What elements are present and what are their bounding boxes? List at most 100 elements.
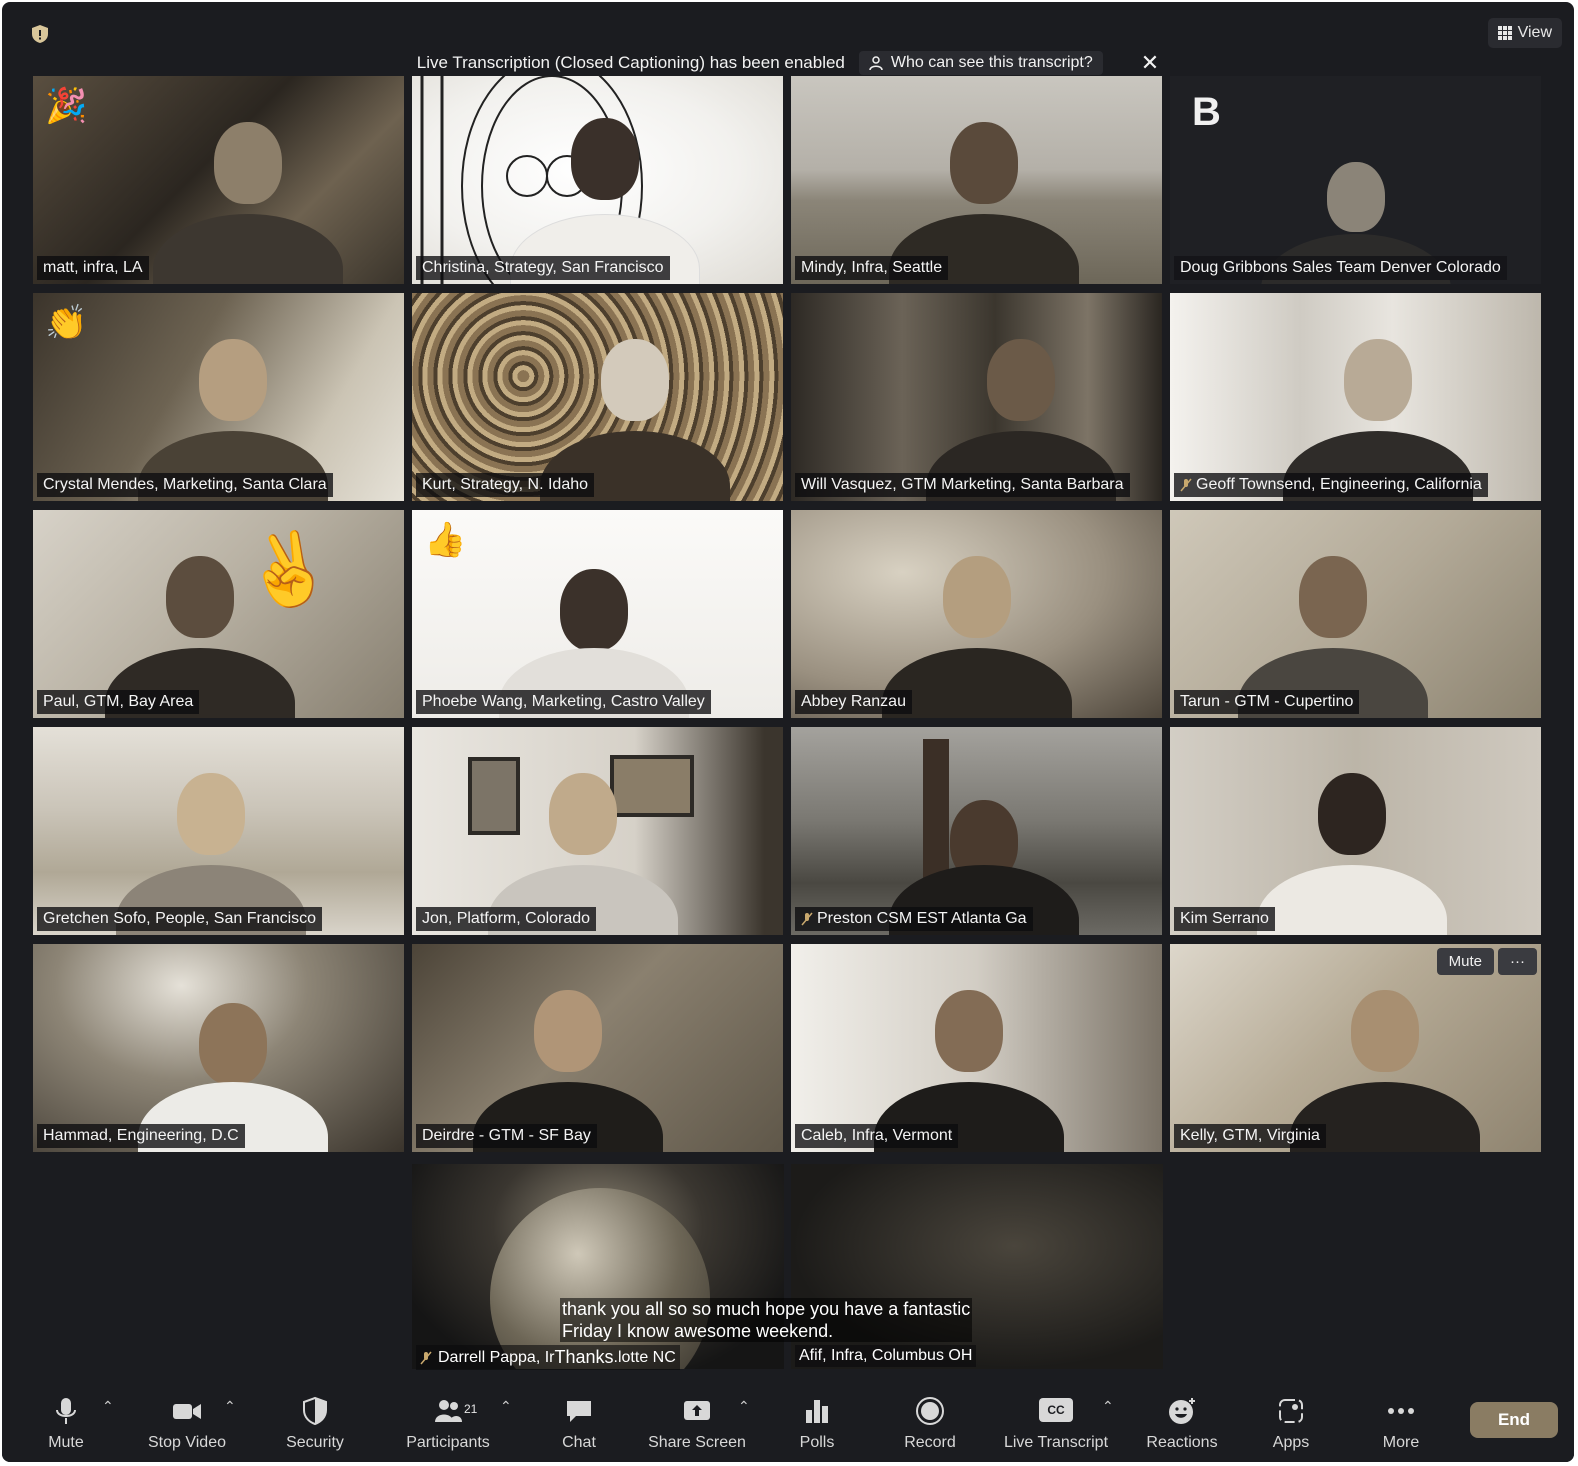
muted-mic-icon [1180, 478, 1192, 492]
participant-head [935, 990, 1004, 1073]
participant-tile[interactable]: Kim Serrano [1170, 727, 1541, 935]
participant-name: Tarun - GTM - Cupertino [1174, 690, 1360, 714]
participant-name: matt, infra, LA [37, 256, 149, 280]
participants-button[interactable]: 21 Participants [396, 1386, 500, 1462]
participant-tile[interactable]: 🎉 matt, infra, LA [33, 76, 404, 284]
participant-tile[interactable]: Preston CSM EST Atlanta Ga [791, 727, 1162, 935]
party-popper-icon: 🎉 [45, 87, 88, 125]
view-button[interactable]: View [1487, 18, 1562, 48]
meeting-toolbar: Mute ⌃ Stop Video ⌃ Security 21 Particip… [2, 1386, 1574, 1462]
close-banner-icon[interactable]: ✕ [1141, 50, 1159, 76]
participant-head [600, 339, 669, 422]
active-speaker-tile[interactable]: Mindy, Infra, Seattle [791, 76, 1162, 284]
participant-tile[interactable]: Caleb, Infra, Vermont [791, 944, 1162, 1152]
participant-name: Deirdre - GTM - SF Bay [416, 1124, 597, 1148]
caption-line-1: thank you all so so much hope you have a… [560, 1298, 973, 1320]
participant-head [177, 773, 246, 856]
record-button[interactable]: Record [898, 1386, 962, 1462]
participant-tile[interactable]: Gretchen Sofo, People, San Francisco [33, 727, 404, 935]
chevron-up-icon[interactable]: ⌃ [102, 1398, 114, 1415]
participant-tile[interactable]: Abbey Ranzau [791, 510, 1162, 718]
reactions-label: Reactions [1146, 1434, 1218, 1451]
microphone-icon [56, 1398, 76, 1424]
mute-participant-button[interactable]: Mute [1436, 948, 1494, 975]
participant-head [199, 1002, 268, 1085]
participant-tile[interactable]: Christina, Strategy, San Francisco [412, 76, 783, 284]
live-caption: thank you all so so much hope you have a… [560, 1298, 973, 1342]
chat-button[interactable]: Chat [554, 1386, 604, 1462]
polls-button[interactable]: Polls [792, 1386, 842, 1462]
polls-label: Polls [799, 1434, 835, 1451]
muted-mic-icon [801, 912, 813, 926]
brand-logo: B [1192, 90, 1221, 134]
security-button[interactable]: Security [278, 1386, 352, 1462]
participant-name: Christina, Strategy, San Francisco [416, 256, 670, 280]
participant-head [942, 556, 1011, 639]
smiley-face-icon [1169, 1398, 1195, 1424]
participant-tile[interactable]: ✌ Paul, GTM, Bay Area [33, 510, 404, 718]
bridge-tower [923, 739, 949, 889]
who-can-see-label: Who can see this transcript? [890, 54, 1093, 71]
security-shield-icon[interactable] [30, 24, 50, 44]
participant-tile[interactable]: B Doug Gribbons Sales Team Denver Colora… [1170, 76, 1541, 284]
participant-tile[interactable]: Tarun - GTM - Cupertino [1170, 510, 1541, 718]
participants-label: Participants [406, 1434, 490, 1451]
participants-icon [435, 1400, 462, 1422]
live-transcript-label: Live Transcript [1003, 1434, 1109, 1451]
participant-name: Crystal Mendes, Marketing, Santa Clara [37, 473, 333, 497]
participant-name: Mindy, Infra, Seattle [795, 256, 949, 280]
mute-label: Mute [48, 1434, 84, 1451]
end-meeting-button[interactable]: End [1470, 1402, 1558, 1438]
video-camera-icon [173, 1404, 201, 1419]
participant-tile[interactable]: Geoff Townsend, Engineering, California [1170, 293, 1541, 501]
participant-tile[interactable]: Kurt, Strategy, N. Idaho [412, 293, 783, 501]
participant-name-text: Geoff Townsend, Engineering, California [1196, 476, 1482, 493]
participant-tile[interactable]: Jon, Platform, Colorado [412, 727, 783, 935]
participant-name: Phoebe Wang, Marketing, Castro Valley [416, 690, 711, 714]
stop-video-label: Stop Video [148, 1434, 226, 1451]
grid-icon [1497, 26, 1512, 40]
participant-name-tail: .lotte NC [613, 1348, 676, 1366]
participant-head [199, 339, 268, 422]
participant-head [533, 990, 602, 1073]
participant-head [165, 556, 234, 639]
participant-name: Paul, GTM, Bay Area [37, 690, 200, 714]
participant-tile[interactable]: 👍 Phoebe Wang, Marketing, Castro Valley [412, 510, 783, 718]
participant-tile[interactable]: Deirdre - GTM - SF Bay [412, 944, 783, 1152]
more-button[interactable]: More [1378, 1386, 1424, 1462]
zoom-meeting-window: View Live Transcription (Closed Captioni… [2, 2, 1574, 1462]
apps-icon [1279, 1399, 1303, 1423]
more-options-button[interactable]: ··· [1498, 948, 1537, 975]
clapping-hands-icon: 👏 [45, 304, 88, 342]
live-transcript-button[interactable]: CC Live Transcript [996, 1386, 1116, 1462]
participant-name: Kim Serrano [1174, 907, 1275, 931]
participant-tile[interactable]: Hammad, Engineering, D.C [33, 944, 404, 1152]
chevron-up-icon[interactable]: ⌃ [224, 1398, 236, 1415]
chat-bubble-icon [567, 1401, 591, 1422]
chevron-up-icon[interactable]: ⌃ [500, 1398, 512, 1415]
chevron-up-icon[interactable]: ⌃ [738, 1398, 750, 1415]
share-screen-button[interactable]: Share Screen [642, 1386, 752, 1462]
who-can-see-transcript-button[interactable]: Who can see this transcript? [858, 51, 1103, 75]
wall-picture-frame [468, 757, 520, 835]
apps-button[interactable]: Apps [1268, 1386, 1314, 1462]
chevron-up-icon[interactable]: ⌃ [1102, 1398, 1114, 1415]
participant-tile[interactable]: Will Vasquez, GTM Marketing, Santa Barba… [791, 293, 1162, 501]
stop-video-button[interactable]: Stop Video [140, 1386, 234, 1462]
participant-head [1343, 339, 1412, 422]
reactions-button[interactable]: Reactions [1140, 1386, 1224, 1462]
participant-head [214, 122, 283, 205]
ellipsis-icon [1388, 1408, 1414, 1414]
participant-name: Kurt, Strategy, N. Idaho [416, 473, 595, 497]
thumbs-up-icon: 👍 [424, 521, 467, 559]
caption-overlap-word: Thanks [554, 1347, 614, 1367]
participant-count: 21 [464, 1402, 478, 1416]
more-label: More [1382, 1434, 1420, 1451]
participant-head [548, 773, 617, 856]
participant-head [949, 122, 1018, 205]
participant-head [1299, 556, 1368, 639]
participant-tile[interactable]: Mute ··· Kelly, GTM, Virginia [1170, 944, 1541, 1152]
mute-button[interactable]: Mute [36, 1386, 96, 1462]
participant-name: Will Vasquez, GTM Marketing, Santa Barba… [795, 473, 1130, 497]
participant-tile[interactable]: 👏 Crystal Mendes, Marketing, Santa Clara [33, 293, 404, 501]
